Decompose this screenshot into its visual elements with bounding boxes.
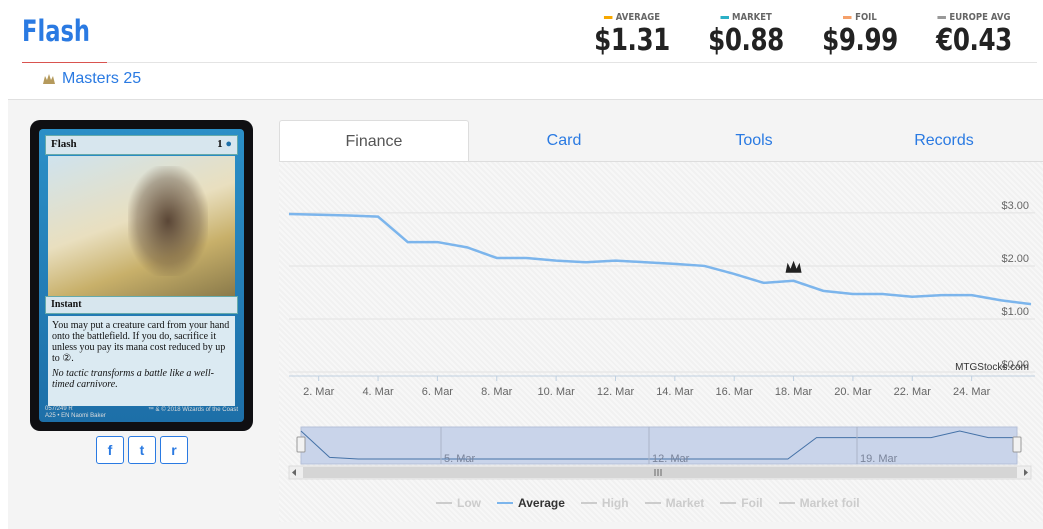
header-divider (107, 62, 1037, 63)
price-foil: FOIL $9.99 (805, 12, 915, 58)
navigator-tick-label: 5. Mar (444, 453, 476, 465)
price-label: FOIL (813, 12, 907, 23)
legend-item-market[interactable]: Market (644, 496, 704, 510)
set-link[interactable]: Masters 25 (42, 70, 141, 88)
x-tick-label: 8. Mar (481, 386, 513, 398)
price-label: EUROPE AVG (927, 12, 1021, 23)
tab-bar: Finance Card Tools Records (279, 120, 1043, 162)
x-tick-label: 16. Mar (716, 386, 754, 398)
card-type-line: Instant (45, 296, 238, 314)
card-image: Flash 1 ● Instant You may put a creature… (30, 120, 253, 431)
set-symbol-icon (43, 74, 55, 84)
x-tick-label: 20. Mar (834, 386, 872, 398)
facebook-share-button[interactable]: f (96, 436, 124, 464)
x-tick-label: 10. Mar (537, 386, 575, 398)
card-art (48, 156, 235, 296)
price-europe-avg: EUROPE AVG €0.43 (919, 12, 1029, 58)
navigator-right-handle (1012, 436, 1022, 453)
legend-item-average[interactable]: Average (497, 496, 565, 510)
x-tick-label: 12. Mar (597, 386, 635, 398)
set-name: Masters 25 (62, 70, 142, 87)
y-tick-label: $1.00 (1001, 306, 1029, 318)
card-footer: 057/249 R A25 • EN Naomi Baker (45, 406, 106, 419)
reddit-share-button[interactable]: r (160, 436, 188, 464)
legend-item-foil[interactable]: Foil (720, 496, 763, 510)
navigator-tick-label: 19. Mar (860, 453, 898, 465)
navigator-left-handle (296, 436, 306, 453)
set-event-marker-icon (785, 260, 802, 273)
price-average: AVERAGE $1.31 (577, 12, 687, 58)
x-tick-label: 24. Mar (953, 386, 991, 398)
card-copyright: ™ & © 2018 Wizards of the Coast (147, 407, 238, 413)
title-underline (22, 62, 107, 63)
card-rules-box: You may put a creature card from your ha… (48, 316, 235, 406)
price-value: $9.99 (822, 23, 898, 58)
y-tick-label: $3.00 (1001, 200, 1029, 212)
card-rules: You may put a creature card from your ha… (52, 320, 230, 364)
tab-tools[interactable]: Tools (659, 120, 849, 161)
legend-item-low[interactable]: Low (436, 496, 481, 510)
price-value: $0.88 (708, 23, 784, 58)
price-label: MARKET (699, 12, 793, 23)
card-name-bar: Flash 1 ● (45, 135, 238, 155)
x-tick-label: 2. Mar (303, 386, 335, 398)
social-share: f t r (96, 436, 188, 464)
twitter-share-button[interactable]: t (128, 436, 156, 464)
price-value: $1.31 (594, 23, 670, 58)
card-image-name: Flash (51, 138, 77, 150)
chart-svg: $3.00$2.00$1.00$0.002. Mar 4. Mar 6. Mar 8.… (288, 200, 1035, 480)
legend-item-market-foil[interactable]: Market foil (778, 496, 860, 510)
chart-legend: Low Average High Market Foil Market foil (436, 496, 860, 510)
price-label: AVERAGE (585, 12, 679, 23)
mana-cost: 1 ● (217, 138, 232, 150)
navigator-tick-label: 12. Mar (652, 453, 690, 465)
price-market: MARKET $0.88 (691, 12, 801, 58)
scrollbar-thumb (303, 467, 1017, 478)
tab-finance[interactable]: Finance (279, 120, 469, 161)
x-tick-label: 22. Mar (894, 386, 932, 398)
tab-records[interactable]: Records (849, 120, 1039, 161)
y-tick-label: $2.00 (1001, 253, 1029, 265)
legend-item-high[interactable]: High (580, 496, 629, 510)
price-summary: AVERAGE $1.31 MARKET $0.88 FOIL $9.99 EUROPE A… (573, 12, 1029, 58)
tab-card[interactable]: Card (469, 120, 659, 161)
x-tick-label: 14. Mar (656, 386, 694, 398)
x-tick-label: 6. Mar (422, 386, 454, 398)
card-title: Flash (22, 14, 91, 48)
price-chart[interactable]: $3.00 $2.00 $1.00 $0.00 2. Mar 4. Mar 6. Mar 8.… (279, 162, 1043, 522)
card-flavor: No tactic transforms a battle like a wel… (52, 368, 214, 390)
x-tick-label: 18. Mar (775, 386, 813, 398)
price-value: €0.43 (936, 23, 1012, 58)
average-series-line (288, 212, 1032, 306)
x-tick-label: 4. Mar (362, 386, 394, 398)
chart-watermark: MTGStocks.com (955, 362, 1029, 373)
